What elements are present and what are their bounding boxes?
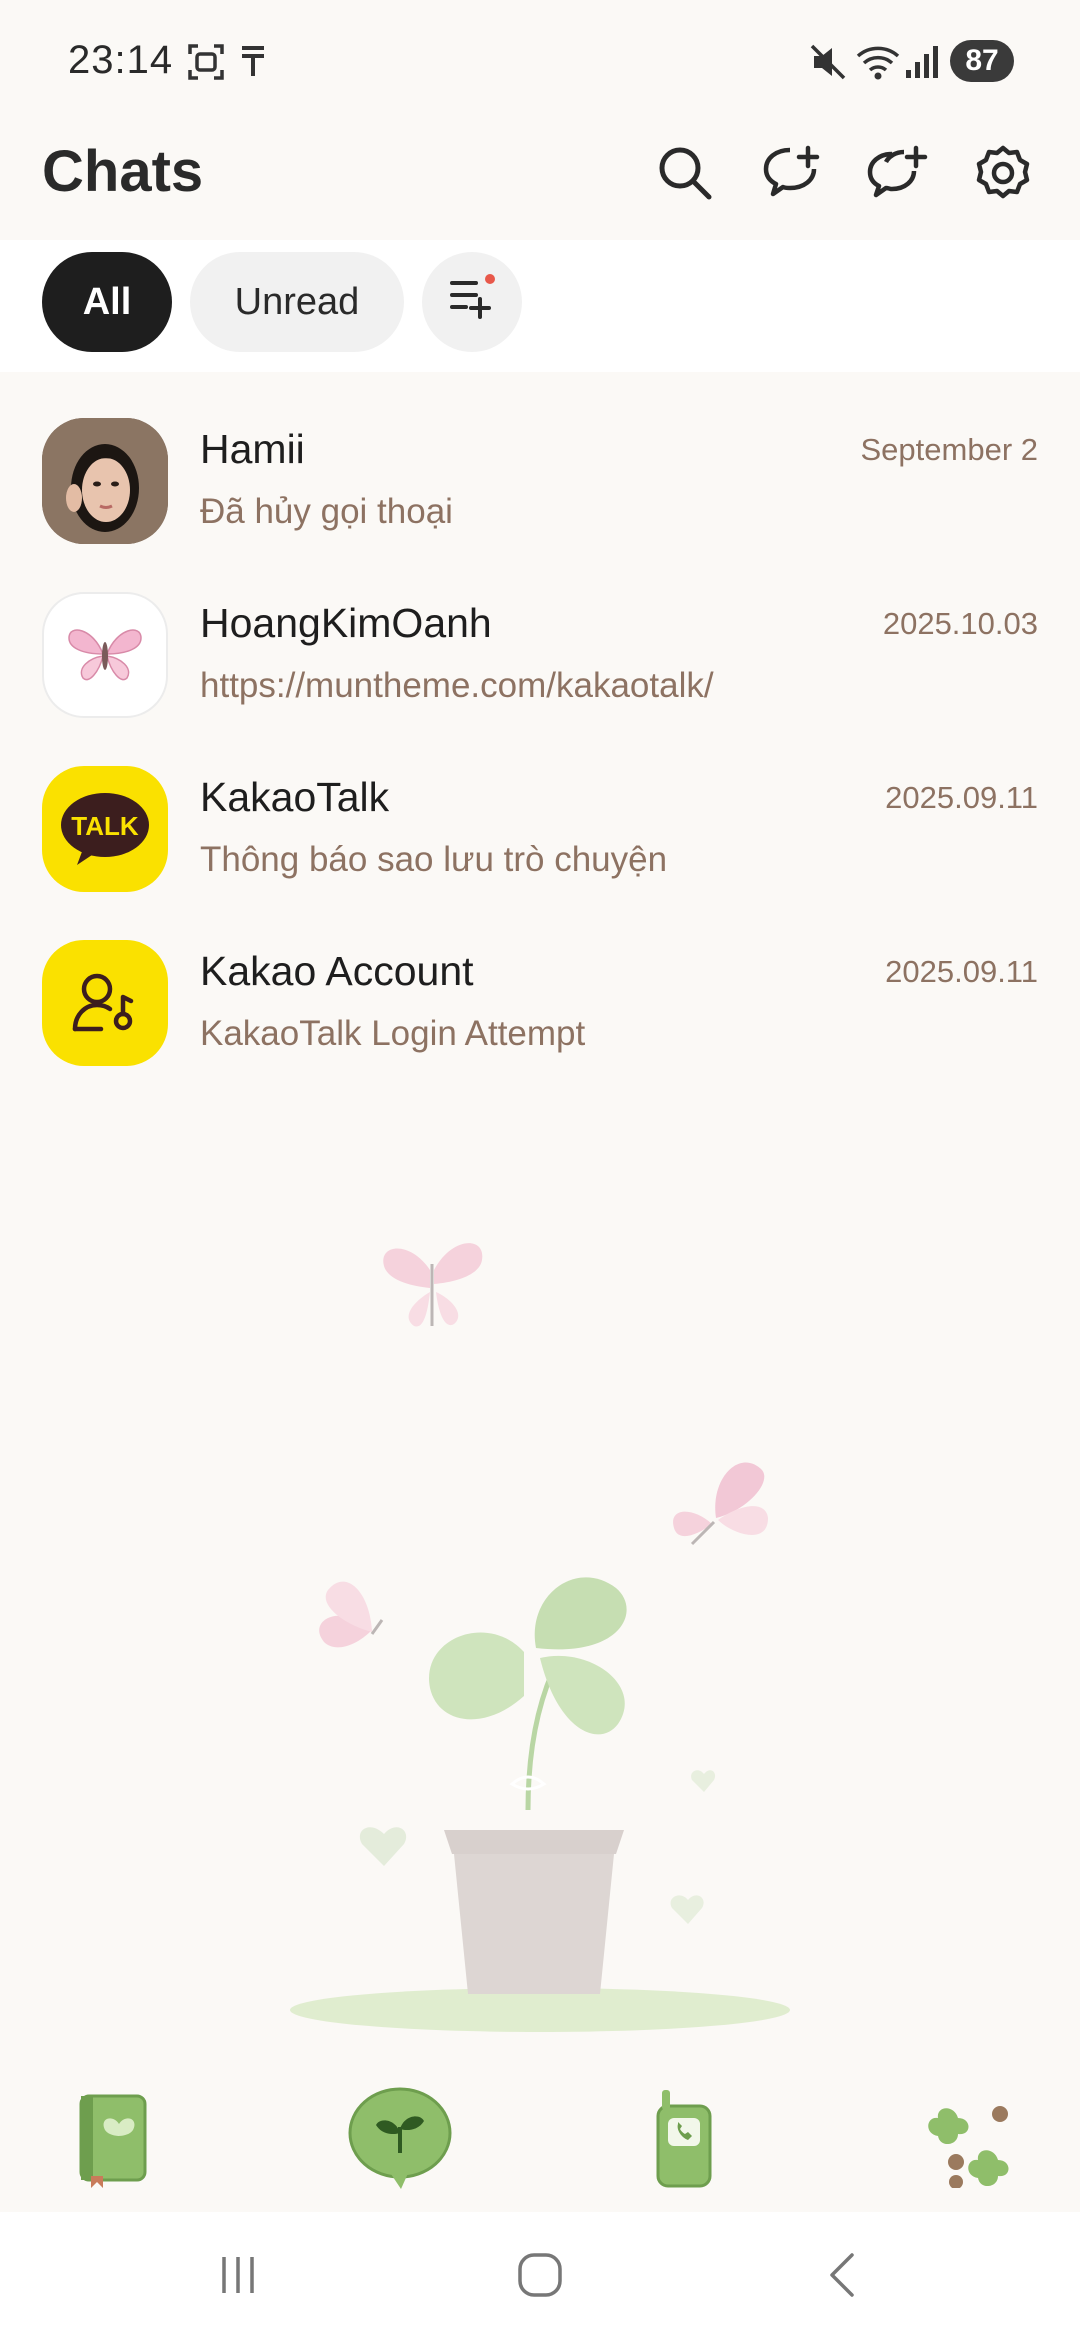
new-group-chat-icon <box>864 144 930 207</box>
chat-preview: KakaoTalk Login Attempt <box>200 1014 586 1053</box>
mute-icon <box>810 42 846 87</box>
home-icon <box>516 2251 564 2304</box>
talk-avatar: TALK <box>42 766 168 892</box>
settings-icon <box>974 144 1032 207</box>
nav-calls[interactable] <box>614 2070 754 2210</box>
new-group-chat-button[interactable] <box>862 140 932 210</box>
chat-name: KakaoTalk <box>200 774 390 820</box>
add-filter-button[interactable] <box>422 252 522 352</box>
chat-row-hoangkimoanh[interactable]: HoangKimOanh https://muntheme.com/kakaot… <box>0 582 1080 756</box>
signal-icon <box>904 42 940 87</box>
wallpaper-illustration <box>0 1200 1080 2080</box>
search-button[interactable] <box>650 140 720 210</box>
status-time: 23:14 <box>68 38 174 82</box>
recent-apps-button[interactable] <box>188 2242 288 2312</box>
heart-decoration <box>670 1895 704 1924</box>
chat-name: Hamii <box>200 426 305 472</box>
filter-tabs: All Unread <box>0 240 1080 372</box>
chat-row-hamii[interactable]: Hamii Đã hủy gọi thoại September 2 <box>0 408 1080 582</box>
chats-sprout-icon <box>345 2083 455 2198</box>
bottom-nav <box>0 2070 1080 2210</box>
chat-date: 2025.10.03 <box>882 606 1038 641</box>
chat-name: Kakao Account <box>200 948 474 994</box>
new-chat-button[interactable] <box>756 140 826 210</box>
talk-logo-text: TALK <box>71 811 139 841</box>
search-icon <box>656 144 714 207</box>
heart-decoration <box>359 1827 407 1866</box>
screenshot-icon <box>186 42 226 87</box>
chat-row-kakao-account[interactable]: Kakao Account KakaoTalk Login Attempt 20… <box>0 930 1080 1104</box>
nav-chats[interactable] <box>330 2070 470 2210</box>
butterfly-decoration <box>383 1243 483 1327</box>
butterfly-decoration <box>673 1462 768 1546</box>
tab-all[interactable]: All <box>42 252 172 352</box>
account-avatar <box>42 940 168 1066</box>
page-title: Chats <box>42 139 204 204</box>
nav-friends[interactable] <box>42 2070 182 2210</box>
chat-date: September 2 <box>860 432 1039 467</box>
system-nav-bar <box>0 2212 1080 2340</box>
butterfly-decoration <box>319 1581 384 1648</box>
chat-name: HoangKimOanh <box>200 600 492 646</box>
chat-date: 2025.09.11 <box>885 954 1038 989</box>
chat-preview: Đã hủy gọi thoại <box>200 492 453 531</box>
heart-decoration <box>691 1770 716 1792</box>
back-icon <box>822 2251 862 2304</box>
more-clover-icon <box>928 2088 1028 2193</box>
wifi-icon <box>856 42 900 87</box>
butterfly-avatar <box>42 592 168 718</box>
nav-more[interactable] <box>908 2070 1048 2210</box>
back-button[interactable] <box>792 2242 892 2312</box>
phone-call-icon <box>644 2088 724 2193</box>
chat-date: 2025.09.11 <box>885 780 1038 815</box>
new-chat-icon <box>760 144 822 207</box>
battery-indicator: 87 <box>950 40 1014 82</box>
chat-row-kakaotalk[interactable]: TALK KakaoTalk Thông báo sao lưu trò chu… <box>0 756 1080 930</box>
tag-icon <box>238 42 268 87</box>
photo-avatar <box>42 418 168 544</box>
settings-button[interactable] <box>968 140 1038 210</box>
grass-decoration <box>290 1988 790 2032</box>
filter-add-icon <box>446 271 498 333</box>
friends-book-icon <box>67 2088 157 2193</box>
home-button[interactable] <box>490 2242 590 2312</box>
recent-apps-icon <box>216 2253 260 2302</box>
chat-preview: Thông báo sao lưu trò chuyện <box>200 840 668 879</box>
tab-unread[interactable]: Unread <box>190 252 404 352</box>
chat-preview: https://muntheme.com/kakaotalk/ <box>200 666 714 705</box>
status-bar: 23:14 87 <box>0 0 1080 120</box>
clover-plant-decoration <box>429 1577 627 1994</box>
